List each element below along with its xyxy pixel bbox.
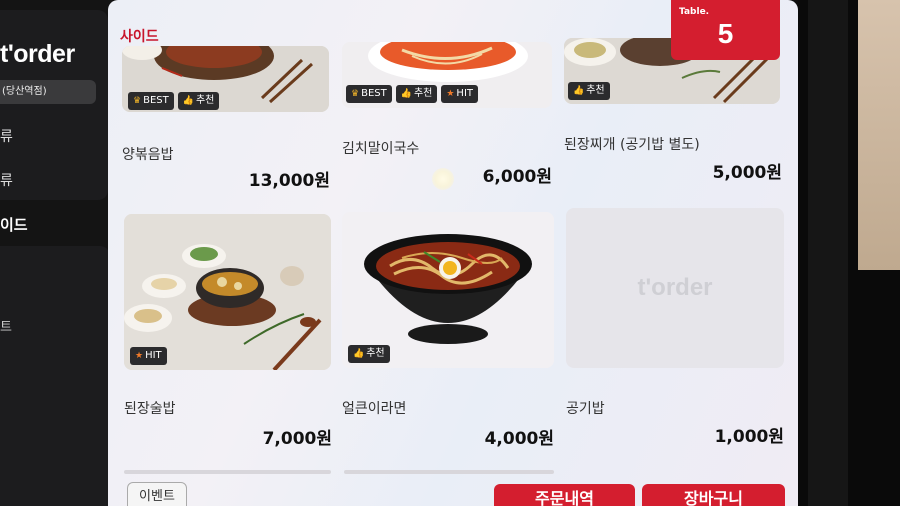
badge-hit: ★ HIT: [441, 85, 478, 103]
badge-recommend: 👍 추천: [177, 92, 220, 110]
sidebar-top-panel: t'order (당산역점) 류 류: [0, 10, 108, 200]
badge-best: ♛ BEST: [346, 85, 392, 103]
sidebar: t'order (당산역점) 류 류 이드 트: [0, 0, 112, 506]
menu-name-1: 양볶음밥: [122, 147, 174, 163]
thumbs-up-icon: 👍: [182, 96, 194, 106]
background-scene: [858, 0, 900, 270]
menu-price-1: 13,000원: [248, 171, 330, 191]
section-title: 사이드: [120, 29, 159, 45]
menu-name-4: 된장술밥: [124, 401, 176, 417]
badge-text: BEST: [143, 95, 169, 106]
sidebar-category-2[interactable]: 류: [0, 170, 13, 190]
badge-text: 추천: [586, 85, 605, 96]
order-history-button[interactable]: 주문내역: [494, 484, 635, 506]
menu-name-2: 김치말이국수: [342, 141, 420, 157]
badge-group-5: 👍 추천: [348, 345, 390, 363]
badge-text: BEST: [361, 88, 387, 99]
crown-icon: ♛: [133, 96, 142, 106]
sidebar-bottom-panel: 트: [0, 246, 110, 506]
badge-text: HIT: [456, 88, 473, 99]
crown-icon: ♛: [351, 89, 360, 99]
menu-name-6: 공기밥: [566, 401, 605, 417]
badge-recommend: 👍 추천: [395, 85, 438, 103]
badge-text: 추천: [366, 348, 385, 359]
menu-price-4: 7,000원: [262, 429, 332, 449]
sidebar-category-active[interactable]: 이드: [0, 214, 28, 235]
badge-group-3: 👍 추천: [568, 82, 610, 100]
badge-group-2: ♛ BEST 👍 추천 ★ HIT: [346, 85, 478, 103]
sidebar-subcategory-3[interactable]: 트: [0, 316, 12, 335]
badge-recommend: 👍 추천: [568, 82, 610, 100]
store-name[interactable]: (당산역점): [0, 80, 96, 104]
next-row-card-edge: [344, 470, 554, 474]
menu-name-5: 얼큰이라면: [342, 401, 407, 417]
brand-logo: t'order: [0, 40, 75, 68]
placeholder-logo: t'order: [637, 274, 713, 301]
badge-hit: ★ HIT: [130, 347, 167, 365]
badge-best: ♛ BEST: [128, 92, 174, 110]
next-row-card-edge: [124, 470, 331, 474]
menu-price-6: 1,000원: [714, 427, 784, 447]
star-icon: ★: [135, 351, 144, 361]
table-number: 5: [717, 18, 734, 49]
badge-group-1: ♛ BEST 👍 추천: [128, 92, 220, 110]
kiosk-screen: t'order (당산역점) 류 류 이드 트 사이드 ♛ BEST 👍 추천 …: [0, 0, 900, 506]
menu-name-3: 된장찌개 (공기밥 별도): [564, 137, 700, 153]
table-label: Table.: [679, 7, 710, 17]
sidebar-category-1[interactable]: 류: [0, 126, 13, 146]
badge-recommend: 👍 추천: [348, 345, 390, 363]
thumbs-up-icon: 👍: [353, 349, 365, 359]
table-number-box: Table. 5: [671, 0, 780, 60]
thumbs-up-icon: 👍: [573, 86, 585, 96]
badge-text: HIT: [145, 350, 162, 361]
menu-price-5: 4,000원: [484, 429, 554, 449]
menu-image-placeholder[interactable]: t'order: [566, 208, 784, 368]
menu-price-3: 5,000원: [712, 163, 782, 183]
device-bezel-edge: [808, 0, 848, 506]
thumbs-up-icon: 👍: [400, 89, 412, 99]
badge-text: 추천: [195, 95, 215, 106]
badge-group-4: ★ HIT: [130, 347, 167, 365]
event-button[interactable]: 이벤트: [127, 482, 187, 506]
badge-text: 추천: [413, 88, 433, 99]
screen-glare: [432, 168, 454, 190]
cart-button[interactable]: 장바구니: [642, 484, 785, 506]
menu-panel: 사이드 ♛ BEST 👍 추천 양볶음밥 13,000원 ♛ BEST 👍 추천…: [108, 0, 798, 506]
menu-price-2: 6,000원: [482, 167, 552, 187]
star-icon: ★: [446, 89, 455, 99]
